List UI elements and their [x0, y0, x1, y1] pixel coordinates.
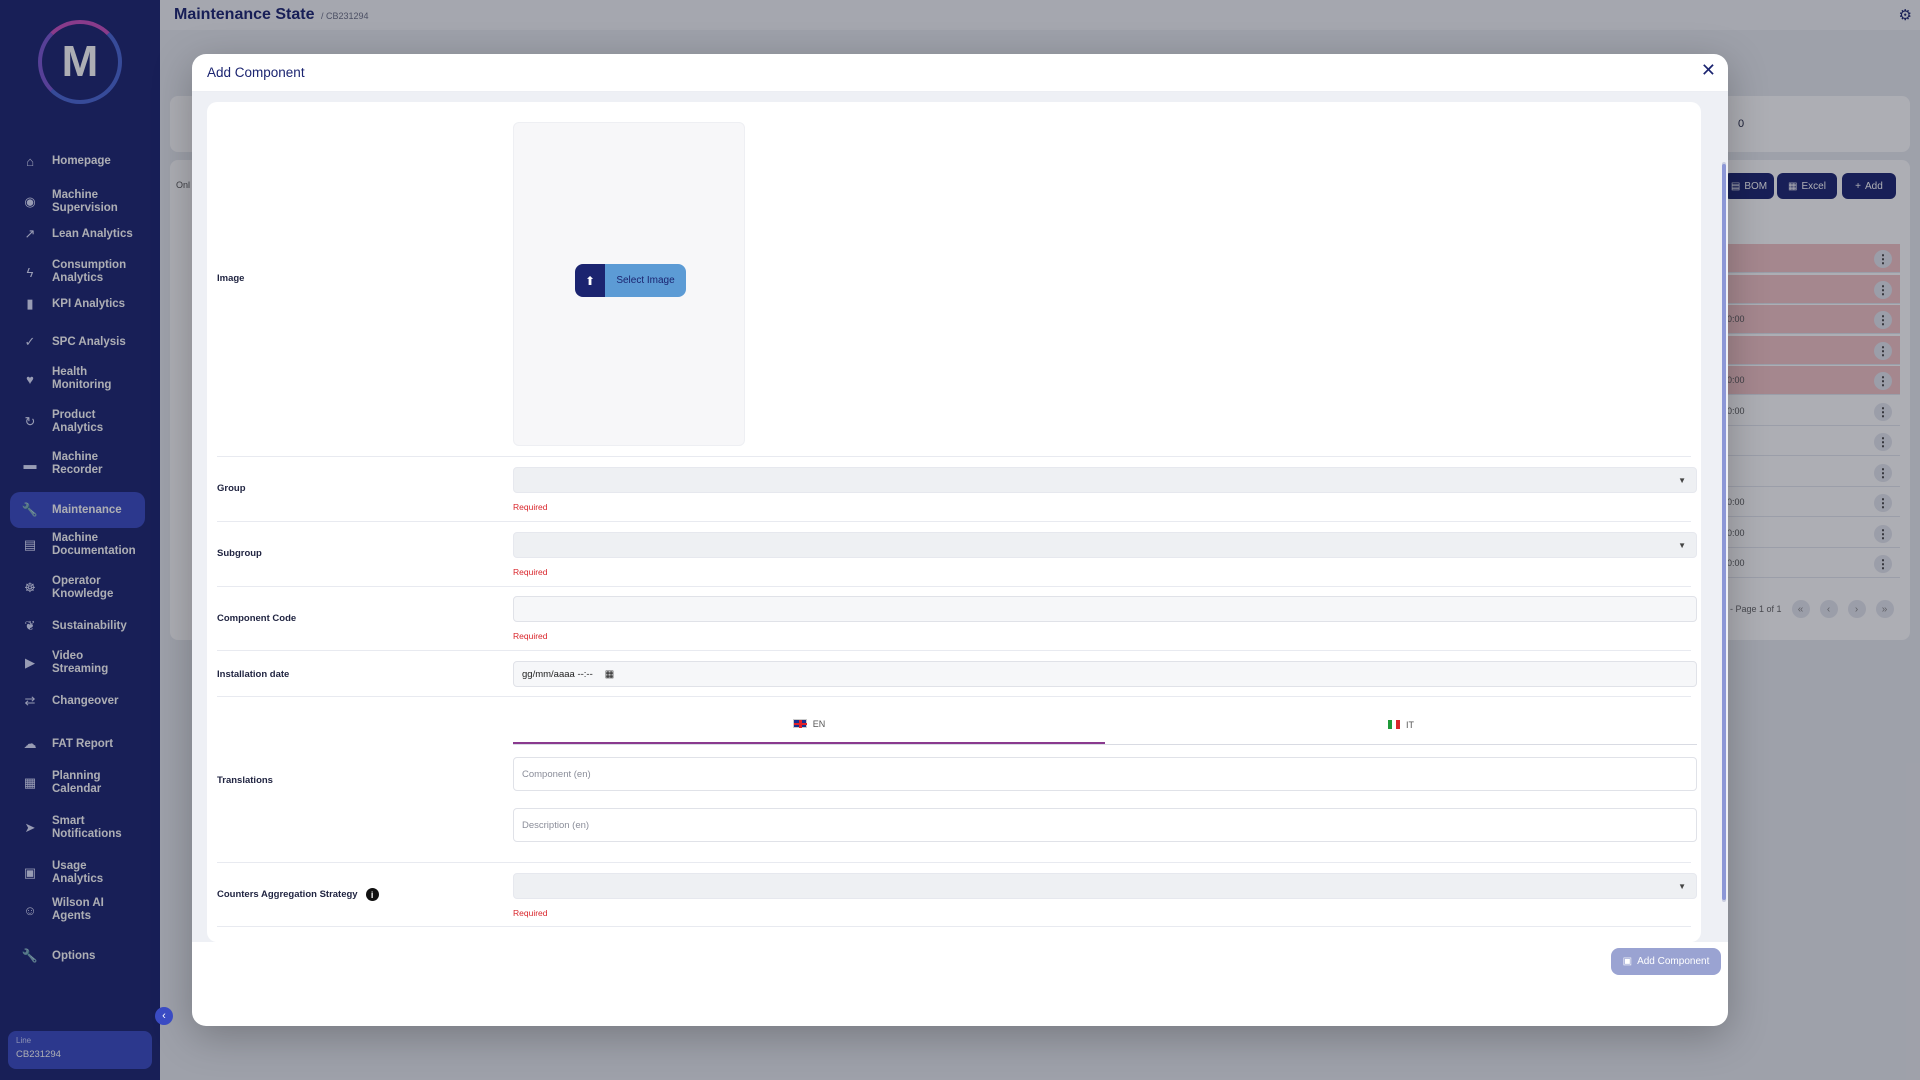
- group-select[interactable]: ▼: [513, 467, 1697, 493]
- component-code-input[interactable]: [513, 596, 1697, 622]
- installation-date-label: Installation date: [217, 669, 290, 680]
- italy-flag-icon: [1388, 720, 1400, 729]
- component-code-required: Required: [513, 631, 548, 641]
- chevron-down-icon: ▼: [1678, 882, 1686, 891]
- modal-title: Add Component: [207, 65, 305, 80]
- tab-en-label: EN: [812, 718, 826, 729]
- component-name-field: Component (en): [513, 757, 1697, 791]
- translations-row: Translations EN IT Component (en) Descri…: [217, 697, 1697, 863]
- installation-date-value: gg/mm/aaaa --:--: [522, 668, 593, 680]
- modal-header: Add Component ✕: [192, 54, 1728, 92]
- select-image-label: Select Image: [605, 264, 686, 297]
- uk-flag-icon: [792, 719, 807, 728]
- tab-it-label: IT: [1406, 719, 1414, 730]
- description-input[interactable]: Description (en): [513, 808, 1697, 842]
- installation-date-row: Installation date gg/mm/aaaa --:-- ▦: [217, 651, 1697, 697]
- group-field: ▼ Required: [513, 467, 1697, 512]
- subgroup-label: Subgroup: [217, 548, 262, 559]
- counters-row: Counters Aggregation Strategy i ▼ Requir…: [217, 863, 1697, 927]
- subgroup-select[interactable]: ▼: [513, 532, 1697, 558]
- upload-icon: ⬆: [575, 264, 605, 297]
- installation-date-field: gg/mm/aaaa --:-- ▦: [513, 661, 1697, 687]
- add-component-modal: Add Component ✕ Image ⬆ Select Image Gro…: [192, 54, 1728, 1026]
- counters-label: Counters Aggregation Strategy i: [217, 888, 379, 901]
- scrollbar-thumb[interactable]: [1722, 164, 1726, 900]
- add-component-button[interactable]: ▣ Add Component: [1611, 948, 1721, 975]
- group-required: Required: [513, 502, 548, 512]
- translations-label: Translations: [217, 775, 273, 786]
- calendar-icon[interactable]: ▦: [605, 669, 614, 680]
- subgroup-row: Subgroup ▼ Required: [217, 522, 1697, 587]
- component-code-label: Component Code: [217, 613, 297, 624]
- image-preview: ⬆ Select Image: [513, 122, 745, 446]
- save-icon: ▣: [1622, 956, 1633, 967]
- component-code-field: Required: [513, 596, 1697, 641]
- subgroup-field: ▼ Required: [513, 532, 1697, 577]
- component-form: Image ⬆ Select Image Group ▼ Required Su…: [207, 102, 1701, 942]
- component-code-row: Component Code Required: [217, 587, 1697, 651]
- installation-date-input[interactable]: gg/mm/aaaa --:-- ▦: [513, 661, 1697, 687]
- counters-required: Required: [513, 908, 548, 918]
- counters-field: ▼ Required: [513, 873, 1697, 918]
- collapse-sidebar-button[interactable]: ‹: [155, 1007, 173, 1025]
- subgroup-required: Required: [513, 567, 548, 577]
- add-component-label: Add Component: [1637, 956, 1710, 967]
- image-row: Image ⬆ Select Image: [217, 102, 1691, 457]
- group-row: Group ▼ Required: [217, 457, 1697, 522]
- component-name-input[interactable]: Component (en): [513, 757, 1697, 791]
- language-tabs: EN IT: [513, 705, 1697, 745]
- tab-en[interactable]: EN: [513, 705, 1105, 744]
- counters-label-text: Counters Aggregation Strategy: [217, 889, 358, 900]
- info-icon[interactable]: i: [365, 888, 379, 901]
- description-field: Description (en): [513, 808, 1697, 842]
- counters-select[interactable]: ▼: [513, 873, 1697, 899]
- group-label: Group: [217, 483, 246, 494]
- chevron-down-icon: ▼: [1678, 541, 1686, 550]
- close-icon[interactable]: ✕: [1701, 60, 1716, 81]
- modal-body: Image ⬆ Select Image Group ▼ Required Su…: [192, 92, 1728, 942]
- image-label: Image: [217, 273, 245, 284]
- select-image-button[interactable]: ⬆ Select Image: [575, 264, 686, 297]
- tab-it[interactable]: IT: [1105, 705, 1697, 744]
- chevron-down-icon: ▼: [1678, 476, 1686, 485]
